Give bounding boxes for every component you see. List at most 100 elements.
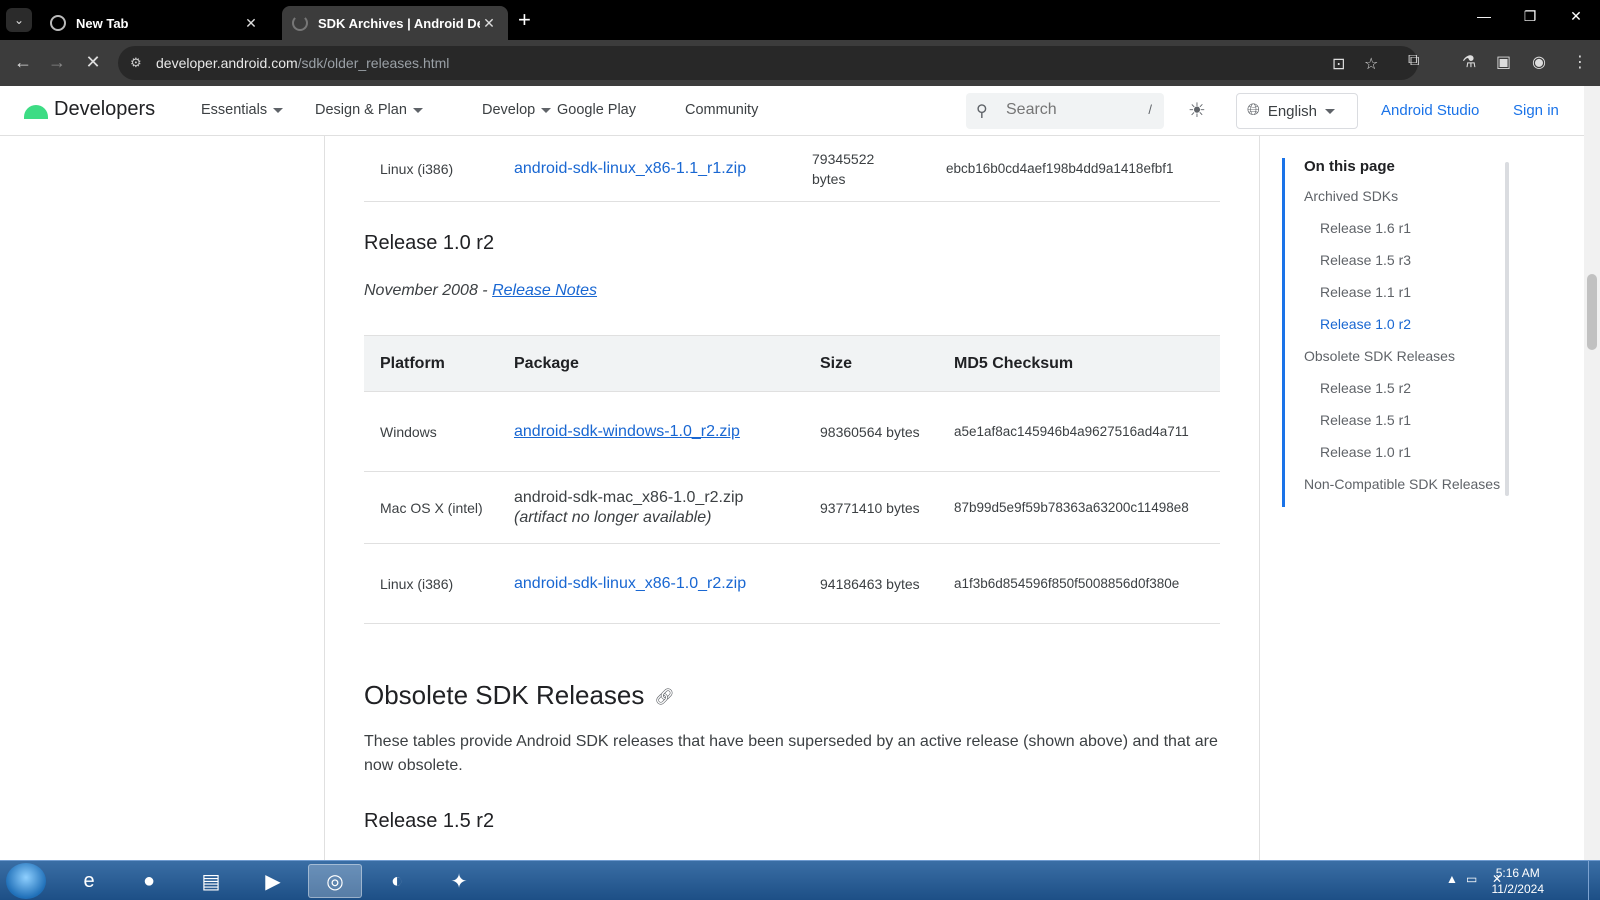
package-download-link[interactable]: android-sdk-windows-1.0_r2.zip: [514, 423, 740, 440]
size-cell: 79345522 bytes: [812, 150, 875, 187]
file-explorer-icon[interactable]: ▤: [184, 864, 238, 898]
developers-logo[interactable]: Developers: [24, 98, 155, 121]
restore-icon[interactable]: ❐: [1518, 8, 1542, 25]
tab-sdk-archives[interactable]: SDK Archives | Android Devel ✕: [282, 6, 508, 40]
extensions-icon[interactable]: ⧉: [1408, 52, 1419, 70]
internet-explorer-icon[interactable]: e: [62, 864, 116, 898]
toc-heading: On this page: [1304, 158, 1395, 175]
link-anchor-icon[interactable]: 🔗︎: [654, 689, 674, 706]
table-row: Windows android-sdk-windows-1.0_r2.zip 9…: [364, 392, 1220, 472]
size-cell: 94186463 bytes: [820, 575, 920, 592]
package-download-link[interactable]: android-sdk-linux_x86-1.1_r1.zip: [514, 160, 746, 177]
package-cell: android-sdk-windows-1.0_r2.zip: [498, 423, 804, 441]
media-player-icon[interactable]: ▶: [246, 864, 300, 898]
column-header-size: Size: [820, 354, 853, 372]
labs-flask-icon[interactable]: ⚗: [1462, 52, 1476, 72]
stop-loading-icon[interactable]: ✕: [82, 52, 104, 73]
language-selector[interactable]: 🌐︎ English: [1236, 93, 1358, 129]
scrollbar-thumb[interactable]: [1587, 274, 1597, 350]
site-info-icon[interactable]: ⚙: [130, 55, 142, 71]
release-notes-link[interactable]: Release Notes: [492, 282, 597, 299]
install-app-icon[interactable]: ⊡: [1332, 54, 1345, 74]
toc-item-release-1-6-r1[interactable]: Release 1.6 r1: [1285, 219, 1512, 251]
nav-google-play[interactable]: Google Play: [557, 102, 636, 118]
md5-cell: a1f3b6d854596f850f5008856d0f380e: [954, 576, 1180, 591]
caret-down-icon: [273, 107, 284, 113]
tab-new-tab[interactable]: New Tab ✕: [40, 6, 270, 40]
start-button[interactable]: [6, 863, 46, 899]
toc-item-release-1-0-r2[interactable]: Release 1.0 r2: [1285, 315, 1512, 347]
sign-in-link[interactable]: Sign in: [1513, 102, 1559, 119]
theme-toggle-sun-icon[interactable]: ☀: [1188, 98, 1206, 123]
tab-title: SDK Archives | Android Devel: [318, 15, 480, 31]
column-header-md5: MD5 Checksum: [954, 354, 1074, 372]
release-heading: Release 1.5 r2: [364, 810, 495, 832]
toc-item-obsolete-sdk-releases[interactable]: Obsolete SDK Releases: [1285, 347, 1512, 379]
caret-down-icon: [541, 107, 552, 113]
table-row: Linux (i386) android-sdk-linux_x86-1.0_r…: [364, 544, 1220, 624]
nav-community[interactable]: Community: [685, 102, 758, 118]
close-tab-icon[interactable]: ✕: [480, 15, 498, 32]
toc-scrollbar[interactable]: [1505, 162, 1509, 496]
platform-cell: Linux (i386): [380, 160, 454, 177]
back-arrow-icon[interactable]: ←: [12, 52, 34, 73]
nav-essentials[interactable]: Essentials: [201, 102, 284, 118]
on-this-page-toc: On this page Archived SDKs Release 1.6 r…: [1282, 158, 1512, 507]
package-cell: android-sdk-linux_x86-1.1_r1.zip: [498, 160, 804, 178]
release-date-line: November 2008 - Release Notes: [364, 282, 598, 299]
bookmark-star-icon[interactable]: ☆: [1364, 54, 1378, 74]
profile-avatar-icon[interactable]: ◉: [1532, 52, 1546, 72]
toc-item-archived-sdks[interactable]: Archived SDKs: [1285, 187, 1512, 219]
nav-develop[interactable]: Develop: [482, 102, 552, 118]
site-search-box[interactable]: ⚲ /: [966, 93, 1164, 129]
firefox-icon[interactable]: ●: [122, 864, 176, 898]
size-cell: 98360564 bytes: [820, 423, 920, 440]
minimize-icon[interactable]: —: [1472, 8, 1496, 24]
app-icon[interactable]: ✦: [432, 864, 486, 898]
search-input[interactable]: [1006, 101, 1126, 119]
android-logo-icon: [24, 104, 48, 119]
toc-item-release-1-0-r1[interactable]: Release 1.0 r1: [1285, 443, 1512, 475]
toc-item-release-1-5-r1[interactable]: Release 1.5 r1: [1285, 411, 1512, 443]
chrome-icon[interactable]: ◎: [308, 864, 362, 898]
window-close-icon[interactable]: ✕: [1564, 8, 1588, 25]
package-name: android-sdk-mac_x86-1.0_r2.zip: [514, 488, 744, 506]
package-cell: android-sdk-mac_x86-1.0_r2.zip (artifact…: [498, 488, 804, 528]
forward-arrow-icon[interactable]: →: [46, 52, 68, 73]
show-hidden-icons-icon[interactable]: ▲: [1446, 872, 1458, 886]
address-bar[interactable]: ⚙ developer.android.com/sdk/older_releas…: [118, 46, 1418, 80]
browser-toolbar: ← → ✕ ⚙ developer.android.com/sdk/older_…: [0, 40, 1600, 86]
table-row: Mac OS X (intel) android-sdk-mac_x86-1.0…: [364, 472, 1220, 544]
new-tab-button[interactable]: +: [518, 8, 531, 32]
android-studio-link[interactable]: Android Studio: [1381, 102, 1479, 119]
page-scrollbar[interactable]: [1584, 86, 1600, 860]
toc-item-release-1-5-r3[interactable]: Release 1.5 r3: [1285, 251, 1512, 283]
table-row: Linux (i386) android-sdk-linux_x86-1.1_r…: [364, 136, 1220, 202]
site-header: Developers Essentials Design & Plan Deve…: [0, 86, 1584, 136]
show-desktop-button[interactable]: [1588, 861, 1600, 900]
clock-time: 5:16 AM: [1495, 866, 1540, 880]
firefox-nightly-icon[interactable]: ◐: [370, 864, 424, 898]
toc-item-release-1-5-r2[interactable]: Release 1.5 r2: [1285, 379, 1512, 411]
clock[interactable]: 5:16 AM 11/2/2024: [1492, 865, 1545, 897]
caret-down-icon: [1325, 108, 1336, 114]
size-cell: 93771410 bytes: [820, 499, 920, 516]
toc-item-release-1-1-r1[interactable]: Release 1.1 r1: [1285, 283, 1512, 315]
language-label: English: [1267, 102, 1318, 120]
toc-divider: [1259, 136, 1260, 860]
menu-kebab-icon[interactable]: ⋮: [1572, 52, 1588, 72]
package-unavailable-note: (artifact no longer available): [514, 508, 712, 526]
platform-cell: Linux (i386): [380, 575, 454, 592]
platform-cell: Windows: [380, 423, 437, 440]
toc-item-non-compatible-sdk-releases[interactable]: Non-Compatible SDK Releases: [1285, 475, 1512, 507]
nav-design-plan[interactable]: Design & Plan: [315, 102, 423, 118]
side-panel-icon[interactable]: ▣: [1496, 52, 1511, 72]
section-heading-obsolete: Obsolete SDK Releases 🔗︎: [364, 680, 675, 710]
package-download-link[interactable]: android-sdk-linux_x86-1.0_r2.zip: [514, 575, 746, 592]
windows-taskbar: e ● ▤ ▶ ◎ ◐ ✦ ▲ ▭ ✕ 5:16 AM 11/2/2024: [0, 860, 1600, 900]
tab-search-button[interactable]: ⌄: [6, 8, 32, 32]
network-icon[interactable]: ▭: [1466, 872, 1477, 886]
globe-icon: 🌐︎: [1247, 102, 1260, 119]
close-tab-icon[interactable]: ✕: [242, 15, 260, 32]
search-icon: ⚲: [976, 103, 988, 120]
